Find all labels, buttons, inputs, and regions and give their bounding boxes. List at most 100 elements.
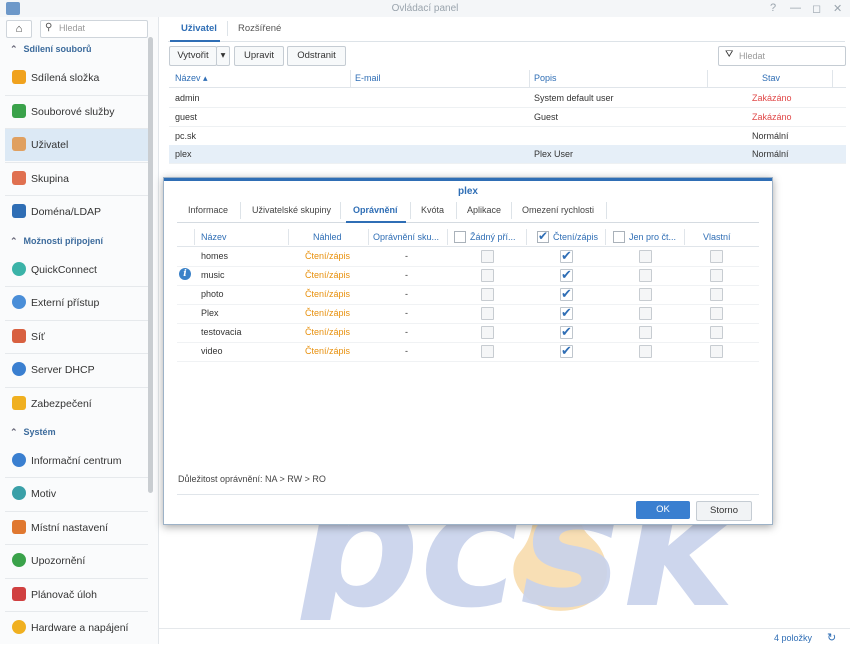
read-only-checkbox[interactable] [639,307,652,320]
dialog-tab-quota[interactable]: Kvóta [421,205,444,215]
table-row[interactable]: admin System default user Zakázáno [169,89,846,108]
cancel-button[interactable]: Storno [696,501,752,521]
minimize-button[interactable]: — [790,2,801,14]
sidebar-item-network[interactable]: Síť [5,321,148,353]
share-name: video [201,346,223,356]
edit-button[interactable]: Upravit [234,46,284,66]
read-only-checkbox[interactable] [639,345,652,358]
custom-checkbox[interactable] [710,288,723,301]
table-row[interactable]: testovacia Čtení/zápis - [177,323,759,343]
create-button[interactable]: Vytvořit [169,46,217,66]
read-write-checkbox[interactable] [560,286,573,302]
sidebar-item-user[interactable]: Uživatel [5,129,148,161]
column-header-email[interactable]: E-mail [355,73,381,83]
sidebar-item-external-access[interactable]: Externí přístup [5,287,148,319]
sidebar-item-dhcp-server[interactable]: Server DHCP [5,354,148,386]
dialog-tab-applications[interactable]: Aplikace [467,205,501,215]
tab-advanced[interactable]: Rozšířené [238,23,281,34]
sidebar-item-hardware-power[interactable]: Hardware a napájení [5,612,148,644]
chevron-up-icon: ⌃ [10,44,18,54]
read-only-checkbox[interactable] [639,288,652,301]
custom-checkbox[interactable] [710,269,723,282]
custom-checkbox[interactable] [710,326,723,339]
maximize-button[interactable]: ◻ [812,2,821,15]
share-name: music [201,270,225,280]
no-access-checkbox[interactable] [481,326,494,339]
table-row[interactable]: homes Čtení/zápis - [177,247,759,267]
sidebar-item-security[interactable]: Zabezpečení [5,388,148,420]
dialog-tab-info[interactable]: Informace [188,205,228,215]
tab-user[interactable]: Uživatel [181,23,217,34]
table-row[interactable]: plex Plex User Normální [169,145,846,164]
select-all-no-access-checkbox[interactable] [454,231,466,243]
table-row[interactable]: guest Guest Zakázáno [169,108,846,127]
sidebar-item-domain-ldap[interactable]: Doména/LDAP [5,196,148,228]
column-header-status[interactable]: Stav [762,73,780,83]
group-icon [12,171,26,185]
table-row[interactable]: Plex Čtení/zápis - [177,304,759,324]
ok-button[interactable]: OK [636,501,690,519]
custom-checkbox[interactable] [710,307,723,320]
sidebar-item-info-center[interactable]: Informační centrum [5,445,148,477]
column-header-preview[interactable]: Náhled [313,232,342,242]
sidebar-item-theme[interactable]: Motiv [5,478,148,510]
dialog-tab-permissions[interactable]: Oprávnění [353,205,398,215]
sidebar-item-label: Místní nastavení [31,522,109,534]
select-all-read-write-checkbox[interactable] [537,229,549,243]
no-access-checkbox[interactable] [481,250,494,263]
column-header-description[interactable]: Popis [534,73,557,83]
section-file-sharing[interactable]: ⌃ Sdílení souborů [10,44,92,55]
filter-input[interactable]: ⛛ Hledat [718,46,846,66]
info-icon[interactable]: i [179,268,191,280]
no-access-checkbox[interactable] [481,269,494,282]
delete-button[interactable]: Odstranit [287,46,346,66]
read-write-checkbox[interactable] [560,343,573,359]
dialog-tab-speed-limit[interactable]: Omezení rychlosti [522,205,594,215]
sidebar-item-group[interactable]: Skupina [5,163,148,195]
refresh-icon[interactable]: ↻ [827,631,836,644]
no-access-checkbox[interactable] [481,307,494,320]
sidebar-item-shared-folder[interactable]: Sdílená složka [5,62,148,94]
sidebar-scrollbar[interactable] [148,37,153,493]
read-write-checkbox[interactable] [560,324,573,340]
no-access-checkbox[interactable] [481,288,494,301]
read-write-checkbox[interactable] [560,305,573,321]
column-header-name[interactable]: Název [201,232,227,242]
sidebar-item-label: Externí přístup [31,297,100,309]
read-only-checkbox[interactable] [639,250,652,263]
custom-checkbox[interactable] [710,250,723,263]
no-access-checkbox[interactable] [481,345,494,358]
column-header-read-only[interactable]: Jen pro čt... [629,232,676,242]
sidebar-item-task-scheduler[interactable]: Plánovač úloh [5,579,148,611]
select-all-read-only-checkbox[interactable] [613,231,625,243]
read-only-checkbox[interactable] [639,269,652,282]
close-button[interactable]: ✕ [833,2,842,15]
column-header-custom[interactable]: Vlastní [703,232,731,242]
home-button[interactable]: ⌂ [6,20,32,38]
dialog-tab-user-groups[interactable]: Uživatelské skupiny [252,205,331,215]
sidebar-item-file-services[interactable]: Souborové služby [5,96,148,128]
column-header-name[interactable]: Název ▴ [175,73,208,84]
section-connectivity[interactable]: ⌃ Možnosti připojení [10,236,103,247]
read-write-checkbox[interactable] [560,248,573,264]
create-dropdown-button[interactable]: ▾ [216,46,230,66]
table-row[interactable]: video Čtení/zápis - [177,342,759,362]
sidebar-item-quickconnect[interactable]: QuickConnect [5,254,148,286]
sidebar-item-notification[interactable]: Upozornění [5,545,148,577]
table-row[interactable]: pc.sk Normální [169,127,846,146]
sidebar-item-label: Plánovač úloh [31,589,97,601]
table-row[interactable]: music Čtení/zápis - [177,266,759,286]
help-button[interactable]: ? [770,2,776,14]
quickconnect-icon [12,262,26,276]
column-header-read-write[interactable]: Čtení/zápis [553,232,598,242]
custom-checkbox[interactable] [710,345,723,358]
preview-permission: Čtení/zápis [305,289,351,299]
sidebar-item-regional[interactable]: Místní nastavení [5,512,148,544]
sidebar-search-input[interactable]: ⚲ Hledat [40,20,148,38]
table-row[interactable]: photo Čtení/zápis - [177,285,759,305]
column-header-no-access[interactable]: Žádný pří... [470,232,516,242]
read-only-checkbox[interactable] [639,326,652,339]
section-system[interactable]: ⌃ Systém [10,427,56,438]
read-write-checkbox[interactable] [560,267,573,283]
column-header-group-permission[interactable]: Oprávnění sku... [373,232,439,242]
